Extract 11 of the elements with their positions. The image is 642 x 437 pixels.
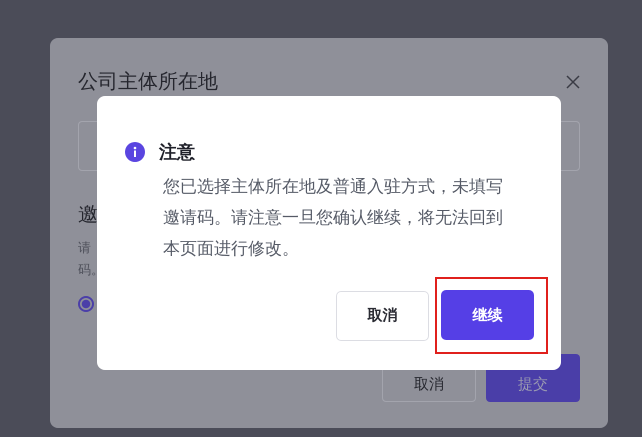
alert-message: 您已选择主体所在地及普通入驻方式，未填写邀请码。请注意一旦您确认继续，将无法回到本页面进行修改。 — [163, 176, 504, 261]
hint-text: 请 — [78, 240, 91, 258]
close-icon[interactable] — [566, 74, 580, 88]
section-title: 邀 — [78, 201, 98, 228]
alert-title: 注意 — [159, 141, 195, 164]
continue-button[interactable]: 继续 — [441, 290, 534, 340]
info-icon — [125, 142, 145, 162]
cancel-button[interactable]: 取消 — [336, 290, 429, 340]
radio-button[interactable] — [78, 296, 94, 312]
dialog-title: 公司主体所在地 — [78, 68, 218, 95]
hint-text: 码。 — [78, 262, 104, 280]
